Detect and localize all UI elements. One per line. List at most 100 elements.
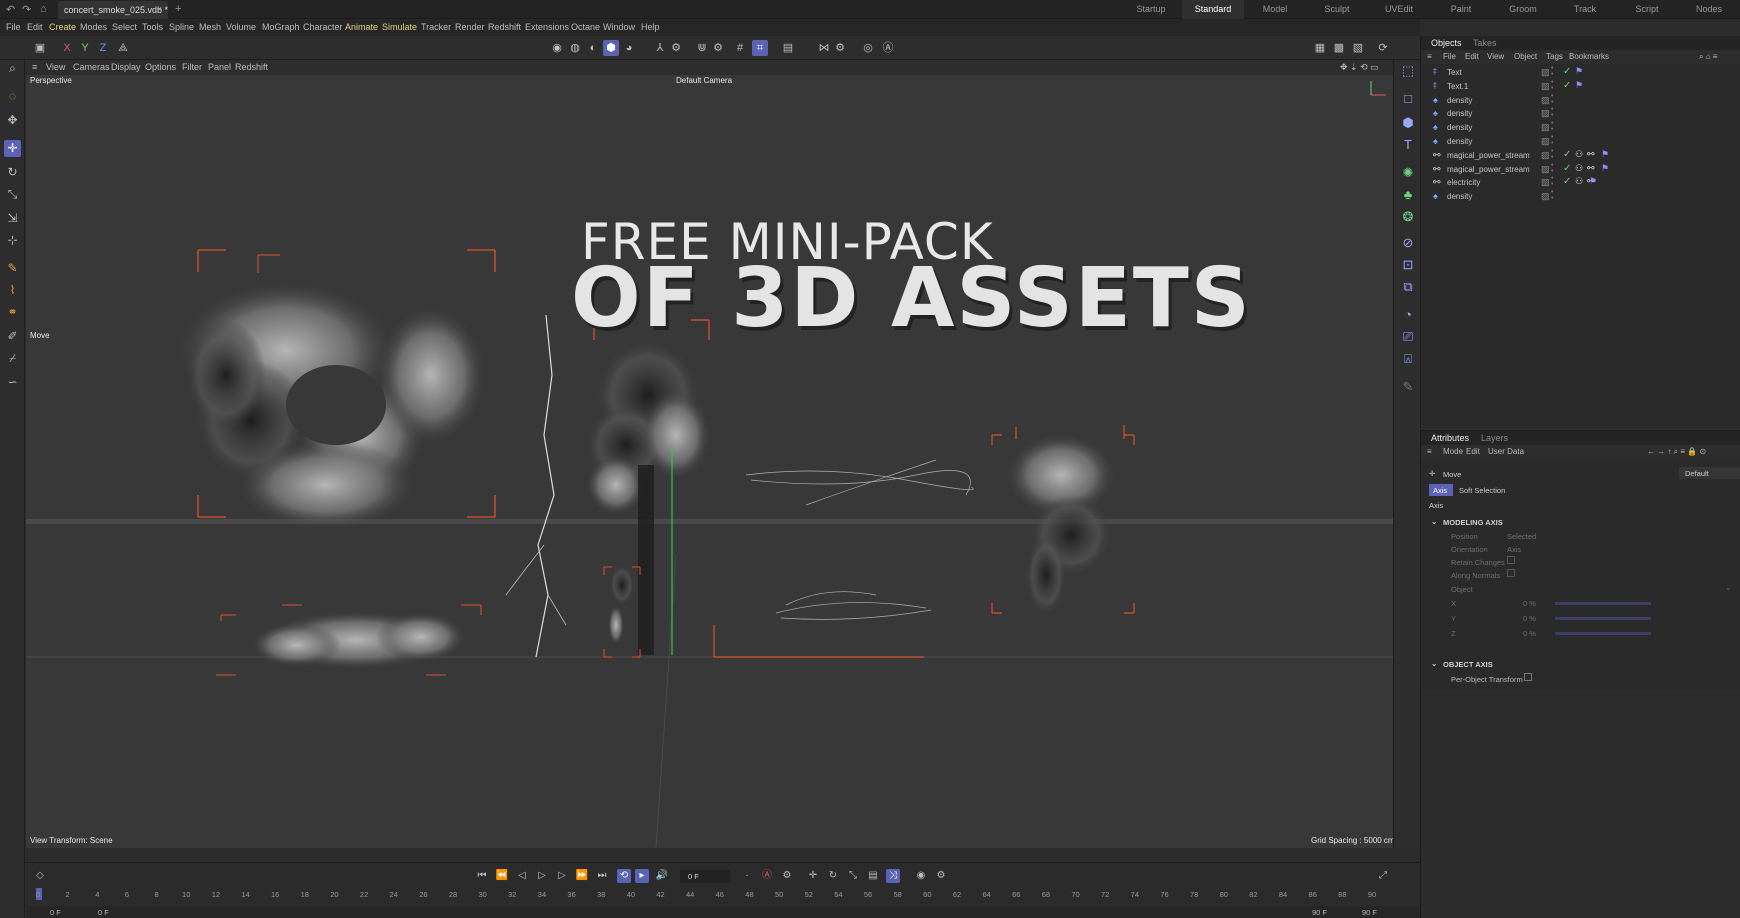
along-normals-checkbox[interactable]: [1507, 569, 1515, 577]
undo-icon[interactable]: ↶: [6, 3, 15, 16]
enabled-check-icon[interactable]: ✓: [1563, 176, 1571, 187]
viewport-menu-redshift[interactable]: Redshift: [235, 62, 268, 72]
particle-tag-icon[interactable]: ⚇: [1575, 149, 1583, 160]
visibility-toggle-icon[interactable]: ▨: [1541, 95, 1550, 106]
viewport-menu-options[interactable]: Options: [145, 62, 176, 72]
playback-rate-icon[interactable]: ▸: [635, 869, 649, 883]
menu-tracker[interactable]: Tracker: [421, 22, 451, 32]
editor-render-dots[interactable]: • •: [1551, 134, 1553, 147]
flag-tag-icon[interactable]: ⚑: [1601, 149, 1609, 160]
cloner-icon[interactable]: ✺: [1399, 164, 1417, 182]
model-mode-icon[interactable]: ▣: [32, 40, 48, 56]
render-region-icon[interactable]: ◎: [860, 40, 876, 56]
brush-tool-icon[interactable]: ✐: [4, 328, 21, 345]
particle-tag-icon[interactable]: ⚇: [1575, 163, 1583, 174]
effector-icon[interactable]: ❂: [1399, 208, 1417, 226]
object-row[interactable]: ⚯ magical_power_stream ▨ • • ✓ ⚇ ⚯ ⚑: [1433, 162, 1733, 176]
tab-takes[interactable]: Takes: [1473, 38, 1497, 48]
keyframe-settings-icon[interactable]: ⚙: [780, 869, 794, 883]
document-tab[interactable]: concert_smoke_025.vdb * ×: [58, 1, 168, 19]
3d-viewport[interactable]: Perspective Default Camera FREE MINI-PAC…: [26, 75, 1393, 848]
current-frame-field[interactable]: 0 F: [680, 870, 730, 883]
gear-icon[interactable]: ⚙: [668, 40, 684, 56]
slider-z[interactable]: [1555, 632, 1651, 635]
field-value-x[interactable]: 0 %: [1523, 599, 1536, 608]
menu-help[interactable]: Help: [641, 22, 660, 32]
points-mode-icon[interactable]: ◉: [549, 40, 565, 56]
object-axis-header[interactable]: OBJECT AXIS: [1443, 660, 1493, 669]
axis-mode-icon[interactable]: ⅄: [652, 40, 668, 56]
object-name[interactable]: Text: [1447, 68, 1462, 77]
field-value-y[interactable]: 0 %: [1523, 614, 1536, 623]
editor-render-dots[interactable]: • •: [1551, 120, 1553, 133]
menu-redshift[interactable]: Redshift: [488, 22, 521, 32]
modeling-axis-header[interactable]: MODELING AXIS: [1443, 518, 1503, 527]
camera-object-icon[interactable]: ⎚: [1399, 328, 1417, 346]
layout-tab[interactable]: Groom: [1492, 0, 1554, 19]
object-name[interactable]: density: [1447, 192, 1472, 201]
next-key-icon[interactable]: ⏩: [575, 869, 589, 883]
camera-label[interactable]: Default Camera: [676, 76, 732, 85]
menu-tools[interactable]: Tools: [142, 22, 163, 32]
cube-primitive-icon[interactable]: □: [1399, 90, 1417, 108]
tab-attributes[interactable]: Attributes: [1431, 433, 1469, 443]
object-name[interactable]: density: [1447, 109, 1472, 118]
objects-menu-edit[interactable]: Edit: [1465, 52, 1479, 61]
menu-modes[interactable]: Modes: [80, 22, 107, 32]
menu-octane[interactable]: Octane: [571, 22, 600, 32]
object-name[interactable]: electricity: [1447, 178, 1480, 187]
layout-tab-active[interactable]: Standard: [1182, 0, 1244, 19]
visibility-toggle-icon[interactable]: ▨: [1541, 150, 1550, 161]
visibility-toggle-icon[interactable]: ▨: [1541, 177, 1550, 188]
object-link-dropdown[interactable]: ⌄: [1725, 583, 1731, 592]
layout-tab[interactable]: Track: [1554, 0, 1616, 19]
rotate-tool-icon[interactable]: ↻: [4, 164, 21, 181]
attributes-menu-mode[interactable]: Mode: [1443, 447, 1463, 456]
selection-tools-icon[interactable]: ✥: [4, 112, 21, 129]
visibility-toggle-icon[interactable]: ▨: [1541, 136, 1550, 147]
viewport-hamburger-icon[interactable]: ≡: [32, 62, 37, 72]
layout-tab[interactable]: Script: [1616, 0, 1678, 19]
object-row[interactable]: ♠ density ▨ • •: [1433, 93, 1733, 107]
sync-icon[interactable]: ⟳: [1375, 40, 1391, 56]
search-icon[interactable]: ⌕ ⌂ ≡: [1699, 52, 1717, 62]
record-scale-icon[interactable]: ⤡: [846, 869, 860, 883]
editor-render-dots[interactable]: • •: [1551, 162, 1553, 175]
null-object-icon[interactable]: ⬚: [1399, 62, 1417, 80]
menu-mograph[interactable]: MoGraph: [262, 22, 300, 32]
retain-changes-checkbox[interactable]: [1507, 556, 1515, 564]
axis-y-toggle[interactable]: Y: [77, 40, 93, 56]
render-to-picture-viewer-icon[interactable]: ▩: [1331, 40, 1347, 56]
layout-tab[interactable]: Paint: [1430, 0, 1492, 19]
deformer-icon[interactable]: ⊘: [1399, 234, 1417, 252]
object-row[interactable]: ♠ density ▨ • •: [1433, 120, 1733, 134]
generator-icon[interactable]: ⧉: [1399, 278, 1417, 296]
spline-object-icon[interactable]: ⊡: [1399, 256, 1417, 274]
viewport-menu-view[interactable]: View: [46, 62, 65, 72]
editor-render-dots[interactable]: • •: [1551, 93, 1553, 106]
object-name[interactable]: density: [1447, 137, 1472, 146]
uv-mode-icon[interactable]: ◕: [621, 40, 637, 56]
tab-layers[interactable]: Layers: [1481, 433, 1508, 443]
range-bar[interactable]: [26, 906, 1420, 918]
tab-objects[interactable]: Objects: [1431, 38, 1462, 48]
layout-tab[interactable]: Model: [1244, 0, 1306, 19]
object-name[interactable]: magical_power_stream: [1447, 151, 1530, 160]
text-object-icon[interactable]: T: [1399, 136, 1417, 154]
flag-tag-icon[interactable]: ⚑: [1575, 66, 1583, 77]
next-frame-icon[interactable]: ▷: [555, 869, 569, 883]
objects-menu-object[interactable]: Object: [1514, 52, 1537, 61]
flag-tag-icon[interactable]: ⚑: [1601, 163, 1609, 174]
render-settings-icon[interactable]: Ⓐ: [880, 40, 896, 56]
viewport-menu-panel[interactable]: Panel: [208, 62, 231, 72]
object-row[interactable]: ⚯ electricity ▨ • • ✓ ⚇ ⚯ ⚑: [1433, 175, 1733, 189]
keyframe-diamond-icon[interactable]: ◇: [33, 869, 47, 883]
search-icon[interactable]: ⌕: [4, 60, 21, 77]
record-dot-icon[interactable]: ·: [740, 869, 754, 883]
chevron-down-icon[interactable]: ⌄: [1431, 659, 1437, 668]
record-param-icon[interactable]: ▤: [866, 869, 880, 883]
knife-tool-icon[interactable]: ⌿: [4, 350, 21, 367]
visibility-toggle-icon[interactable]: ▨: [1541, 108, 1550, 119]
workplane-icon[interactable]: ⌗: [752, 40, 768, 56]
menu-edit[interactable]: Edit: [27, 22, 43, 32]
